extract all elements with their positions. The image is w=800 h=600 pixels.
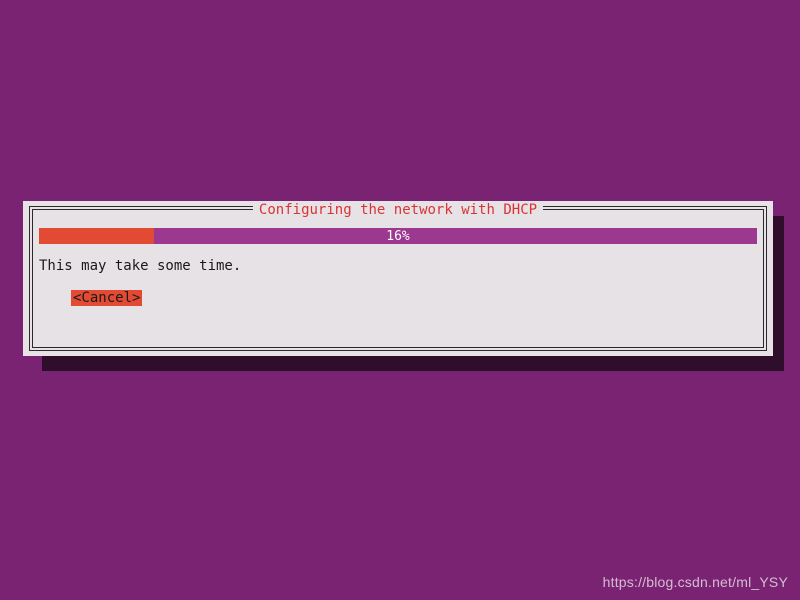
status-message: This may take some time. — [39, 258, 241, 274]
cancel-button[interactable]: <Cancel> — [71, 290, 142, 306]
progress-bar: 16% — [39, 228, 757, 244]
dialog-window: Configuring the network with DHCP 16% Th… — [23, 201, 773, 356]
progress-percent-label: 16% — [39, 228, 757, 244]
dialog-inner-border: Configuring the network with DHCP 16% Th… — [32, 209, 764, 348]
dialog-outer-border: Configuring the network with DHCP 16% Th… — [29, 206, 767, 351]
dialog-title: Configuring the network with DHCP — [253, 202, 543, 218]
watermark-text: https://blog.csdn.net/ml_YSY — [603, 574, 788, 590]
dialog-title-wrap: Configuring the network with DHCP — [33, 202, 763, 218]
